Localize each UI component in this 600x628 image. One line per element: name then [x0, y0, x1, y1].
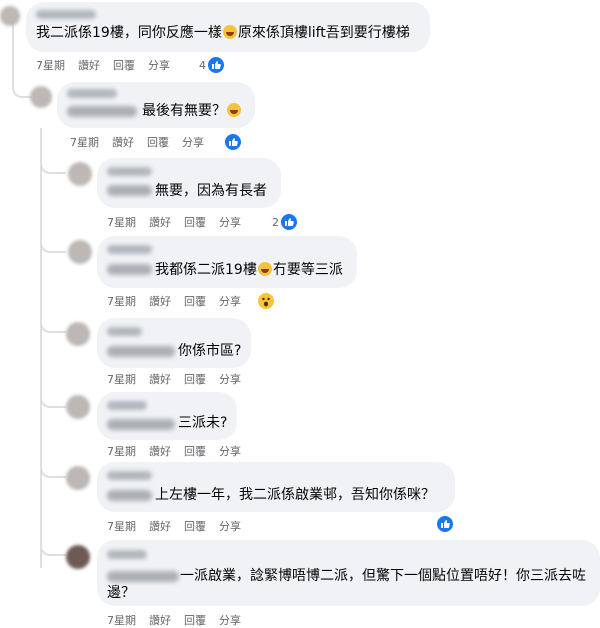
- comment-text: 三派未?: [178, 415, 228, 431]
- blurred-mention: [107, 490, 152, 501]
- reply-button[interactable]: 回覆: [147, 134, 169, 150]
- comment-text: 最後有無要？: [142, 102, 242, 121]
- comment-actions: 7星期 讚好 回覆 分享: [70, 134, 241, 150]
- thread-elbow: [40, 150, 66, 174]
- wow-icon[interactable]: [258, 293, 274, 309]
- avatar[interactable]: [66, 322, 90, 346]
- timestamp[interactable]: 7星期: [36, 57, 65, 73]
- share-button[interactable]: 分享: [148, 57, 170, 73]
- like-button[interactable]: 讚好: [112, 134, 134, 150]
- share-button[interactable]: 分享: [182, 134, 204, 150]
- comment-text: 你係市區?: [178, 343, 242, 359]
- avatar[interactable]: [68, 240, 92, 264]
- blurred-mention: [107, 571, 179, 582]
- timestamp[interactable]: 7星期: [107, 443, 136, 459]
- like-button[interactable]: 讚好: [78, 57, 100, 73]
- like-button[interactable]: 讚好: [149, 371, 171, 387]
- commenter-name[interactable]: [67, 89, 117, 98]
- reply-button[interactable]: 回覆: [184, 371, 206, 387]
- comment-text: 一派啟業，諗緊博唔博二派，但驚下一個點位置唔好！你三派去咗: [180, 568, 586, 584]
- thread-elbow: [40, 450, 66, 478]
- commenter-name[interactable]: [36, 10, 96, 19]
- avatar[interactable]: [66, 466, 90, 490]
- laughing-emoji-icon: [222, 25, 237, 39]
- thumbs-up-icon[interactable]: [281, 214, 297, 230]
- reply-button[interactable]: 回覆: [184, 612, 206, 628]
- commenter-name[interactable]: [107, 550, 147, 559]
- comment-bubble: 我都係二派19樓 冇要等三派: [97, 236, 357, 288]
- reply-button[interactable]: 回覆: [184, 214, 206, 230]
- thumbs-up-icon[interactable]: [208, 57, 224, 73]
- comment-text: 上左樓一年，我二派係啟業邨，吾知你係咪？: [155, 487, 435, 503]
- comment-actions: 7星期 讚好 回覆 分享 2: [107, 214, 297, 230]
- share-button[interactable]: 分享: [219, 214, 241, 230]
- avatar[interactable]: [66, 395, 90, 419]
- comment-bubble: 上左樓一年，我二派係啟業邨，吾知你係咪？: [97, 462, 455, 512]
- avatar[interactable]: [66, 545, 90, 569]
- commenter-name[interactable]: [107, 327, 142, 336]
- thread-elbow: [40, 305, 66, 333]
- laughing-emoji-icon: [257, 262, 272, 276]
- commenter-name[interactable]: [107, 167, 152, 176]
- share-button[interactable]: 分享: [219, 443, 241, 459]
- reply-button[interactable]: 回覆: [184, 518, 206, 534]
- like-button[interactable]: 讚好: [149, 518, 171, 534]
- thumbs-up-icon[interactable]: [437, 516, 453, 532]
- share-button[interactable]: 分享: [219, 293, 241, 309]
- comment-text: 我二派係19樓，同你反應一樣 原來係頂樓lift吾到要行樓梯: [36, 25, 410, 41]
- comment-bubble: 最後有無要？: [57, 82, 255, 128]
- comment-text-line2: 邊？: [107, 585, 135, 601]
- thumbs-up-icon[interactable]: [225, 134, 241, 150]
- thread-elbow: [40, 225, 66, 253]
- reply-button[interactable]: 回覆: [184, 443, 206, 459]
- thread-elbow: [40, 528, 66, 556]
- commenter-name[interactable]: [107, 401, 147, 410]
- comment-actions: 7星期 讚好 回覆 分享: [107, 293, 274, 309]
- timestamp[interactable]: 7星期: [70, 134, 99, 150]
- timestamp[interactable]: 7星期: [107, 612, 136, 628]
- like-button[interactable]: 讚好: [149, 443, 171, 459]
- laughing-emoji-icon: [227, 103, 241, 117]
- comment-bubble: 我二派係19樓，同你反應一樣 原來係頂樓lift吾到要行樓梯: [26, 2, 430, 52]
- blurred-mention: [107, 264, 152, 275]
- timestamp[interactable]: 7星期: [107, 293, 136, 309]
- comment-text: 無要，因為有長者: [155, 183, 267, 199]
- reaction-count[interactable]: 2: [272, 216, 279, 229]
- commenter-name[interactable]: [107, 471, 152, 480]
- comment-actions: 7星期 讚好 回覆 分享: [107, 371, 254, 387]
- timestamp[interactable]: 7星期: [107, 518, 136, 534]
- blurred-mention: [107, 346, 175, 357]
- reaction-count[interactable]: 4: [199, 59, 206, 72]
- thread-elbow: [40, 380, 66, 408]
- like-button[interactable]: 讚好: [149, 214, 171, 230]
- comment-bubble: 無要，因為有長者: [97, 158, 281, 208]
- blurred-mention: [107, 419, 175, 430]
- thread-elbow: [12, 60, 32, 98]
- share-button[interactable]: 分享: [219, 612, 241, 628]
- blurred-mention: [107, 185, 152, 196]
- share-button[interactable]: 分享: [219, 518, 241, 534]
- comment-actions: 7星期 讚好 回覆 分享: [107, 518, 254, 534]
- like-button[interactable]: 讚好: [149, 612, 171, 628]
- comment-text: 我都係二派19樓 冇要等三派: [155, 262, 343, 278]
- timestamp[interactable]: 7星期: [107, 371, 136, 387]
- thread-line-reply: [40, 128, 42, 568]
- comment-actions: 7星期 讚好 回覆 分享: [107, 443, 254, 459]
- like-button[interactable]: 讚好: [149, 293, 171, 309]
- reply-button[interactable]: 回覆: [113, 57, 135, 73]
- comment-actions: 7星期 讚好 回覆 分享: [107, 612, 254, 628]
- blurred-mention: [67, 106, 137, 117]
- avatar[interactable]: [30, 86, 52, 108]
- reply-button[interactable]: 回覆: [184, 293, 206, 309]
- timestamp[interactable]: 7星期: [107, 214, 136, 230]
- comment-bubble: 三派未?: [97, 392, 237, 440]
- commenter-name[interactable]: [107, 245, 152, 254]
- avatar[interactable]: [68, 162, 92, 186]
- comment-bubble: 你係市區?: [97, 318, 251, 368]
- comment-bubble: 一派啟業，諗緊博唔博二派，但驚下一個點位置唔好！你三派去咗 邊？: [97, 540, 600, 606]
- comment-actions: 7星期 讚好 回覆 分享 4: [36, 57, 224, 73]
- avatar[interactable]: [0, 6, 20, 26]
- share-button[interactable]: 分享: [219, 371, 241, 387]
